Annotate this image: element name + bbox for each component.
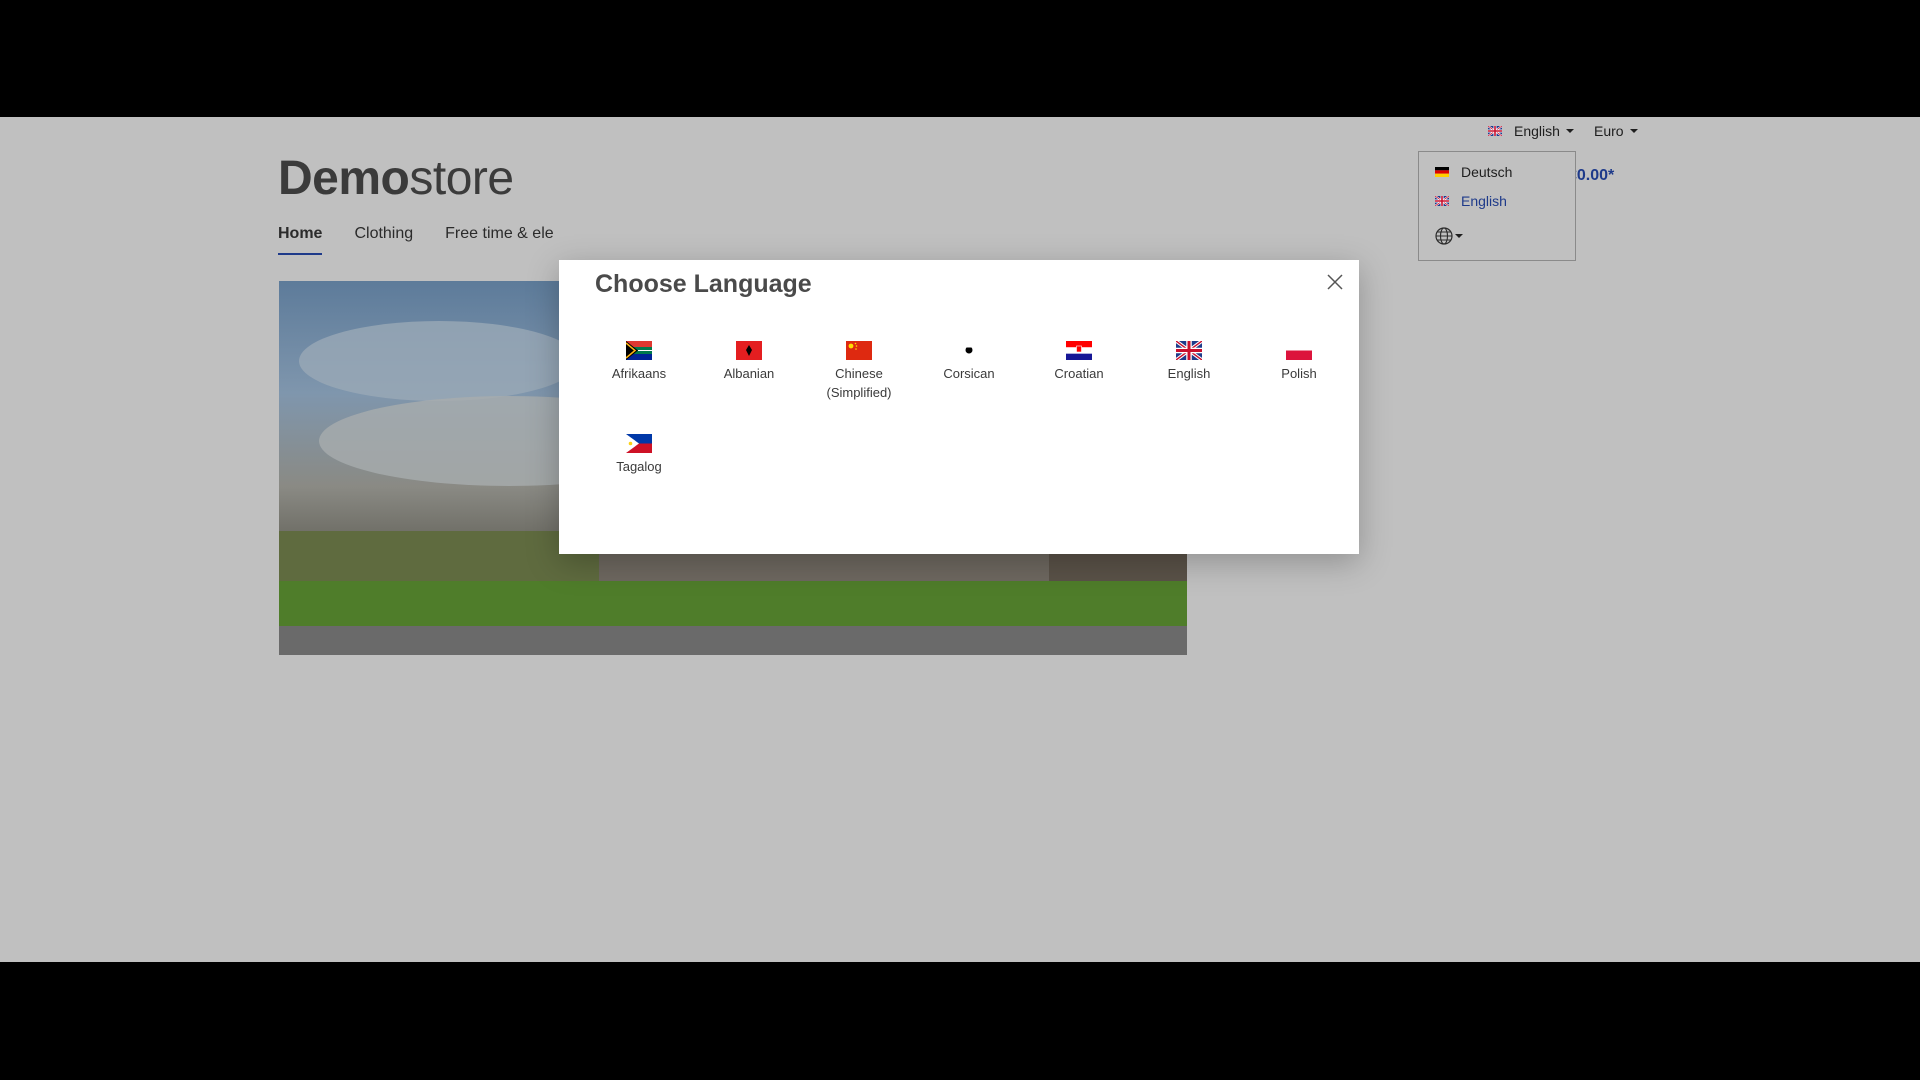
language-option-afrikaans[interactable]: Afrikaans [584,341,694,383]
language-option-croatian[interactable]: Croatian [1024,341,1134,383]
currency-switcher-label: Euro [1594,123,1624,139]
store-logo[interactable]: Demostore [278,151,514,206]
language-option-albanian[interactable]: Albanian [694,341,804,383]
language-label: Chinese (Simplified) [826,366,892,400]
croatia-flag-icon [1066,341,1092,360]
nav-item-clothing[interactable]: Clothing [354,225,413,255]
language-switcher-label: English [1514,123,1560,139]
language-option-corsican[interactable]: Corsican [914,341,1024,383]
uk-flag-icon [1176,341,1202,360]
south-africa-flag-icon [626,341,652,360]
language-switcher[interactable]: English [1488,117,1574,145]
language-label: Polish [1281,366,1317,381]
german-flag-icon [1435,167,1449,177]
nav-item-home[interactable]: Home [278,225,323,255]
logo-bold-text: Demo [278,152,410,205]
language-label: Corsican [943,366,995,381]
modal-title: Choose Language [595,270,812,298]
currency-switcher[interactable]: Euro [1594,117,1638,145]
language-label: Afrikaans [611,366,667,381]
close-icon[interactable] [1325,272,1345,292]
nav-item-free-time[interactable]: Free time & ele [445,225,553,255]
albania-flag-icon [736,341,762,360]
globe-icon [1435,227,1453,245]
language-option-tagalog[interactable]: Tagalog [584,434,694,476]
language-label: Tagalog [616,459,662,474]
chevron-down-icon [1629,129,1638,133]
logo-light-text: store [409,152,514,205]
page-viewport: English Euro Demostore Home Clothing Fre… [0,117,1920,962]
dropdown-item-english[interactable]: English [1435,193,1507,209]
language-option-english[interactable]: English [1134,341,1244,383]
language-label: Albanian [723,366,775,381]
language-label: Croatian [1054,366,1104,381]
language-dropdown-menu: Deutsch English [1418,151,1576,261]
language-option-chinese-simplified[interactable]: Chinese (Simplified) [804,341,914,402]
philippines-flag-icon [626,434,652,453]
dropdown-item-deutsch[interactable]: Deutsch [1435,164,1512,180]
language-label: English [1167,366,1211,381]
poland-flag-icon [1286,341,1312,360]
main-navigation: Home Clothing Free time & ele [278,225,554,255]
uk-flag-icon [1488,126,1502,136]
chevron-down-icon [1565,129,1574,133]
more-languages-button[interactable] [1435,227,1463,245]
chevron-down-icon [1455,234,1463,238]
choose-language-modal: Choose Language Afrikaans Albanian Chine… [559,260,1359,554]
corsica-flag-icon [956,341,982,360]
language-option-polish[interactable]: Polish [1244,341,1354,383]
dropdown-item-label: English [1461,193,1507,209]
uk-flag-icon [1435,196,1449,206]
dropdown-item-label: Deutsch [1461,164,1513,180]
china-flag-icon [846,341,872,360]
